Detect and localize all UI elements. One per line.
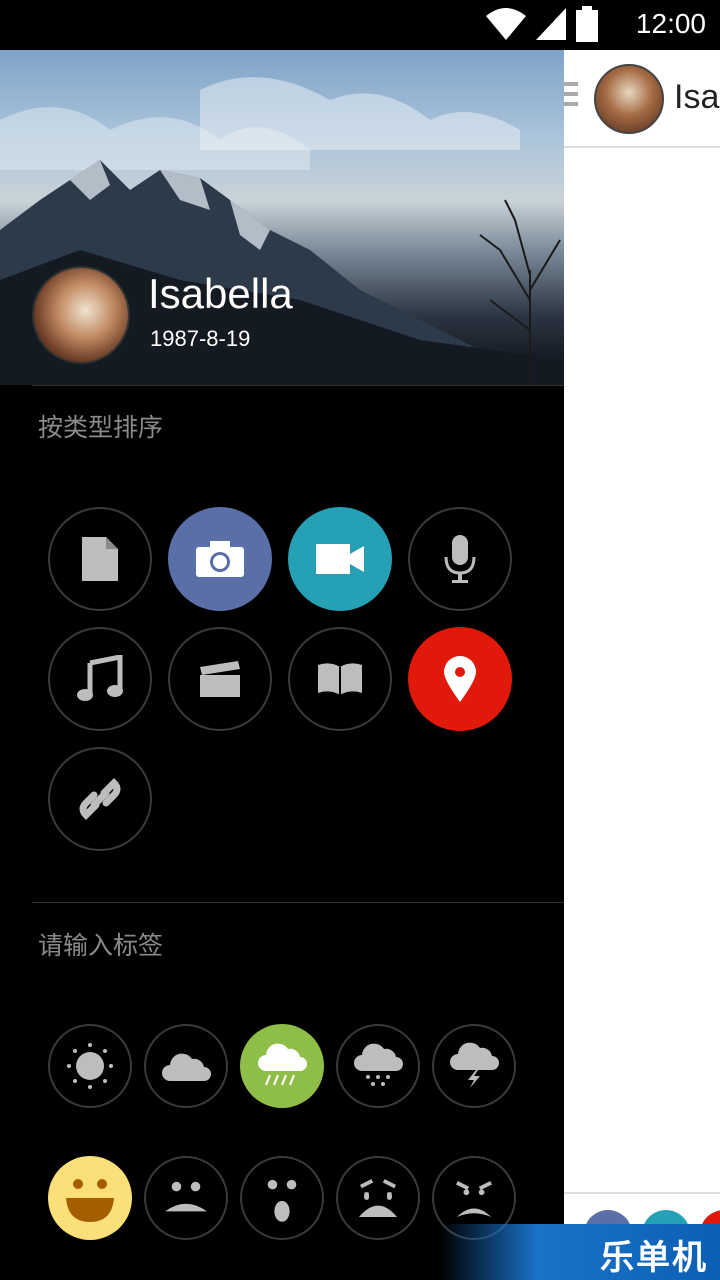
type-audio-button[interactable] [408, 507, 512, 611]
type-book-button[interactable] [288, 627, 392, 731]
surprised-face-icon [267, 1179, 297, 1222]
mood-happy-button[interactable] [48, 1156, 132, 1240]
link-icon [79, 778, 121, 820]
toolbar-avatar[interactable] [594, 64, 664, 134]
type-movie-button[interactable] [168, 627, 272, 731]
mood-sad-button[interactable] [144, 1156, 228, 1240]
status-icons [484, 6, 600, 42]
type-photo-button[interactable] [168, 507, 272, 611]
mood-surprised-button[interactable] [240, 1156, 324, 1240]
divider [32, 385, 564, 386]
clapperboard-icon [200, 661, 240, 697]
sort-section-title: 按类型排序 [38, 413, 164, 442]
navigation-drawer: Isabella 1987-8-19 按类型排序 请输入标签 [0, 50, 564, 1280]
profile-avatar[interactable] [32, 266, 130, 364]
profile-birthdate: 1987-8-19 [150, 326, 251, 351]
profile-name: Isabella [148, 270, 293, 317]
toolbar-title: Isa [674, 78, 720, 116]
snow-icon [354, 1043, 403, 1086]
video-icon [316, 544, 364, 574]
weather-thunderstorm-button[interactable] [432, 1024, 516, 1108]
mood-crying-button[interactable] [336, 1156, 420, 1240]
happy-face-icon [66, 1179, 114, 1222]
weather-sunny-button[interactable] [48, 1024, 132, 1108]
type-video-button[interactable] [288, 507, 392, 611]
tag-section-title: 请输入标签 [38, 931, 164, 960]
microphone-icon [444, 535, 476, 583]
battery-icon [576, 6, 598, 42]
document-icon [82, 537, 118, 581]
type-location-button[interactable] [408, 627, 512, 731]
weather-rain-button[interactable] [240, 1024, 324, 1108]
status-bar: 12:00 [0, 0, 720, 50]
cellular-signal-icon [536, 8, 566, 40]
type-link-button[interactable] [48, 747, 152, 851]
weather-cloudy-button[interactable] [144, 1024, 228, 1108]
status-time: 12:00 [635, 8, 706, 39]
hamburger-menu-icon[interactable] [564, 82, 578, 112]
cloudy-icon [162, 1053, 211, 1081]
sad-face-icon [165, 1181, 207, 1212]
thunderstorm-icon [450, 1042, 499, 1088]
main-panel: Isa [564, 50, 720, 1280]
type-document-button[interactable] [48, 507, 152, 611]
wifi-icon [486, 8, 526, 40]
drawer-header: Isabella 1987-8-19 [0, 50, 564, 385]
sunny-icon [67, 1043, 113, 1089]
music-note-icon [77, 655, 123, 701]
watermark-logo: 乐单机 [440, 1224, 720, 1280]
divider [32, 902, 564, 903]
main-toolbar: Isa [564, 50, 720, 148]
crying-face-icon [358, 1179, 398, 1218]
type-music-button[interactable] [48, 627, 152, 731]
weather-snow-button[interactable] [336, 1024, 420, 1108]
camera-icon [196, 541, 244, 577]
watermark-text: 乐单机 [600, 1238, 708, 1278]
book-icon [318, 663, 362, 695]
rain-icon [258, 1043, 307, 1086]
location-pin-icon [444, 656, 476, 702]
